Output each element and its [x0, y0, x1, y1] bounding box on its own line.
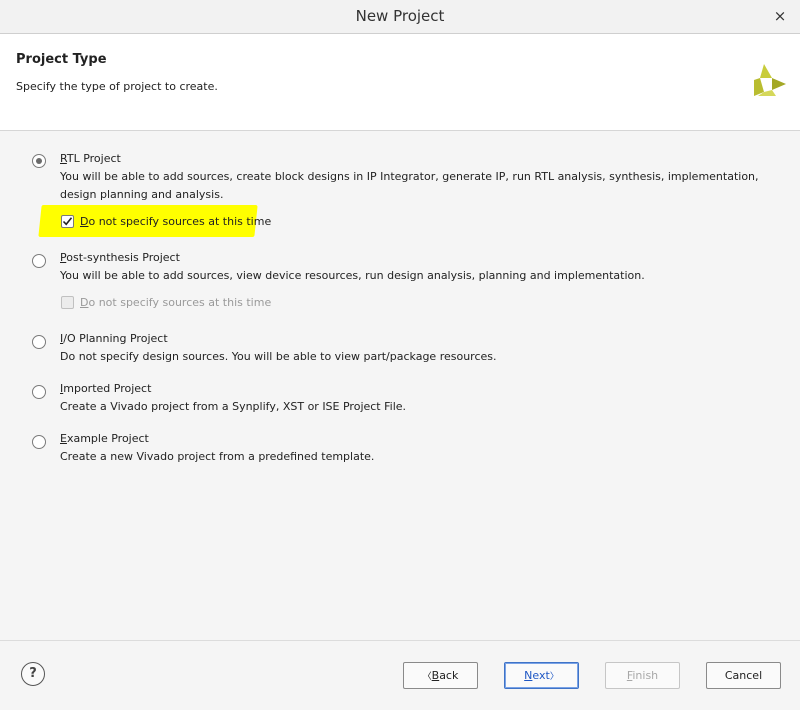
option-desc-imported-project: Create a Vivado project from a Synplify,… [60, 400, 407, 413]
page-subtitle: Specify the type of project to create. [16, 80, 218, 93]
option-title-post-synthesis-project[interactable]: Post-synthesis Project [60, 251, 180, 264]
finish-button: Finish [605, 662, 680, 689]
radio-rtl-project[interactable] [32, 154, 46, 168]
window-title: New Project [355, 7, 445, 25]
check-icon [62, 217, 73, 226]
radio-io-planning-project[interactable] [32, 335, 46, 349]
option-title-rtl-project[interactable]: RTL Project [60, 152, 121, 165]
next-button[interactable]: Next〉 [504, 662, 579, 689]
option-desc-io-planning-project: Do not specify design sources. You will … [60, 350, 497, 363]
close-icon[interactable]: × [770, 6, 790, 26]
wizard-header: Project Type Specify the type of project… [0, 34, 800, 131]
option-title-io-planning-project[interactable]: I/O Planning Project [60, 332, 168, 345]
option-desc-post-synthesis-project: You will be able to add sources, view de… [60, 269, 645, 282]
checkbox-post-synthesis-no-sources [61, 296, 74, 309]
radio-post-synthesis-project[interactable] [32, 254, 46, 268]
back-button[interactable]: 〈Back [403, 662, 478, 689]
vivado-logo-icon [754, 64, 786, 96]
option-title-imported-project[interactable]: Imported Project [60, 382, 151, 395]
footer-divider [0, 640, 800, 641]
chevron-right-icon: 〉 [549, 672, 559, 682]
help-icon[interactable]: ? [21, 662, 45, 686]
checkbox-label-rtl-no-sources[interactable]: Do not specify sources at this time [80, 215, 271, 228]
cancel-button[interactable]: Cancel [706, 662, 781, 689]
chevron-left-icon: 〈 [422, 672, 432, 682]
title-bar: New Project × [0, 0, 800, 34]
option-desc-rtl-project: You will be able to add sources, create … [60, 170, 759, 201]
page-title: Project Type [16, 52, 107, 67]
checkbox-rtl-no-sources[interactable] [61, 215, 74, 228]
option-desc-example-project: Create a new Vivado project from a prede… [60, 450, 375, 463]
radio-selected-dot [36, 158, 42, 164]
radio-example-project[interactable] [32, 435, 46, 449]
checkbox-label-post-synthesis-no-sources: Do not specify sources at this time [80, 296, 272, 309]
option-title-example-project[interactable]: Example Project [60, 432, 149, 445]
radio-imported-project[interactable] [32, 385, 46, 399]
